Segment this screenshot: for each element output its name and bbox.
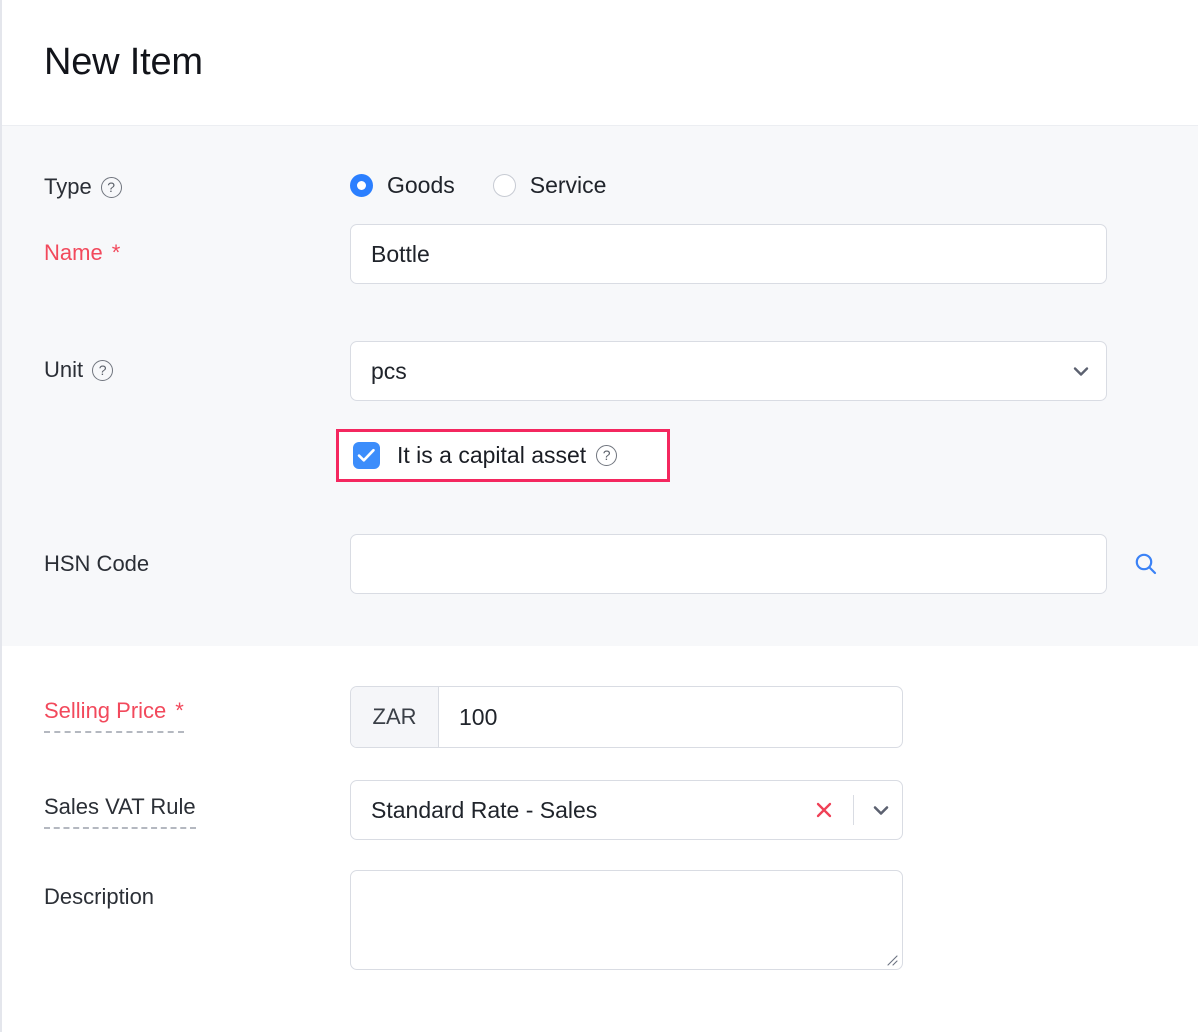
close-x-icon[interactable] [811, 797, 837, 823]
name-input-value: Bottle [371, 240, 430, 267]
description-label-col: Description [44, 870, 350, 910]
radio-goods-label: Goods [387, 171, 455, 198]
type-field-col: Goods Service [350, 168, 1198, 202]
name-required-mark: * [111, 240, 121, 265]
radio-option-goods[interactable]: Goods [350, 172, 455, 199]
name-field-col: Bottle [350, 224, 1198, 284]
hsn-field-col [350, 534, 1198, 594]
name-label: Name * [44, 240, 120, 266]
item-pricing-section: Selling Price * ZAR 100 Sales VAT Rule S… [2, 646, 1198, 970]
selling-price-field-col: ZAR 100 [350, 686, 1198, 748]
chevron-down-icon[interactable] [870, 799, 892, 821]
type-label: Type ? [44, 174, 122, 200]
selling-price-label-text: Selling Price [44, 698, 167, 723]
description-textarea[interactable] [350, 870, 903, 970]
description-label: Description [44, 884, 155, 909]
selling-price-required-mark: * [175, 698, 184, 723]
unit-label-text: Unit [44, 357, 84, 382]
radio-option-service[interactable]: Service [492, 171, 607, 199]
hsn-label-col: HSN Code [44, 534, 350, 577]
page-header: New Item [2, 0, 1198, 126]
hsn-code-row: HSN Code [2, 534, 1198, 594]
radio-service[interactable] [492, 173, 516, 197]
name-label-col: Name * [44, 224, 350, 266]
selling-price-field: ZAR 100 [350, 686, 903, 748]
vat-divider [852, 795, 854, 825]
name-input[interactable]: Bottle [350, 224, 1107, 284]
new-item-page: New Item Type ? Goods Service Name * Bot… [0, 0, 1198, 1032]
capital-asset-checkbox[interactable] [353, 442, 380, 469]
description-row: Description [2, 870, 1198, 970]
hsn-code-label: HSN Code [44, 551, 150, 576]
sales-vat-rule-value: Standard Rate - Sales [371, 796, 598, 823]
selling-price-row: Selling Price * ZAR 100 [2, 686, 1198, 748]
selling-price-label-col: Selling Price * [44, 686, 350, 734]
help-circle-icon[interactable]: ? [100, 176, 122, 198]
help-circle-icon[interactable]: ? [92, 359, 114, 381]
selling-price-label: Selling Price * [44, 698, 184, 724]
type-label-col: Type ? [44, 168, 350, 200]
name-label-text: Name [44, 240, 103, 265]
sales-vat-label-col: Sales VAT Rule [44, 780, 350, 830]
selling-price-label-underline: Selling Price * [44, 698, 184, 734]
capital-asset-highlight: It is a capital asset ? [336, 429, 670, 482]
help-circle-icon[interactable]: ? [596, 445, 618, 466]
hsn-code-input[interactable] [350, 534, 1107, 594]
item-basic-section: Type ? Goods Service Name * Bottle Unit … [2, 126, 1198, 646]
sales-vat-label-underline: Sales VAT Rule [44, 794, 196, 830]
type-radio-group: Goods Service [350, 168, 606, 202]
currency-prefix: ZAR [351, 687, 439, 747]
type-label-text: Type [44, 174, 92, 199]
unit-field-col: pcs It is a capital asset ? [336, 341, 1198, 482]
unit-select[interactable]: pcs [350, 341, 1107, 401]
unit-row: Unit ? pcs It is a capital asset ? [2, 341, 1198, 482]
selling-price-value: 100 [459, 703, 498, 730]
unit-select-value: pcs [371, 357, 407, 384]
radio-goods[interactable] [350, 173, 373, 197]
sales-vat-rule-label: Sales VAT Rule [44, 794, 196, 819]
radio-service-label: Service [529, 171, 607, 198]
unit-label-col: Unit ? [44, 341, 350, 383]
unit-label: Unit ? [44, 357, 114, 383]
name-row: Name * Bottle [2, 224, 1198, 284]
capital-asset-label-text: It is a capital asset [397, 442, 587, 468]
selling-price-input[interactable]: 100 [439, 687, 902, 747]
sales-vat-field-col: Standard Rate - Sales [350, 780, 1198, 840]
type-row: Type ? Goods Service [2, 168, 1198, 202]
chevron-down-icon[interactable] [1070, 360, 1092, 382]
sales-vat-rule-row: Sales VAT Rule Standard Rate - Sales [2, 780, 1198, 840]
description-field-col [350, 870, 1198, 970]
capital-asset-label: It is a capital asset ? [397, 442, 618, 469]
check-icon [357, 448, 375, 462]
search-icon[interactable] [1131, 549, 1161, 579]
page-title: New Item [44, 41, 203, 83]
sales-vat-rule-select[interactable]: Standard Rate - Sales [350, 780, 903, 840]
resize-grip-icon[interactable] [884, 952, 898, 966]
